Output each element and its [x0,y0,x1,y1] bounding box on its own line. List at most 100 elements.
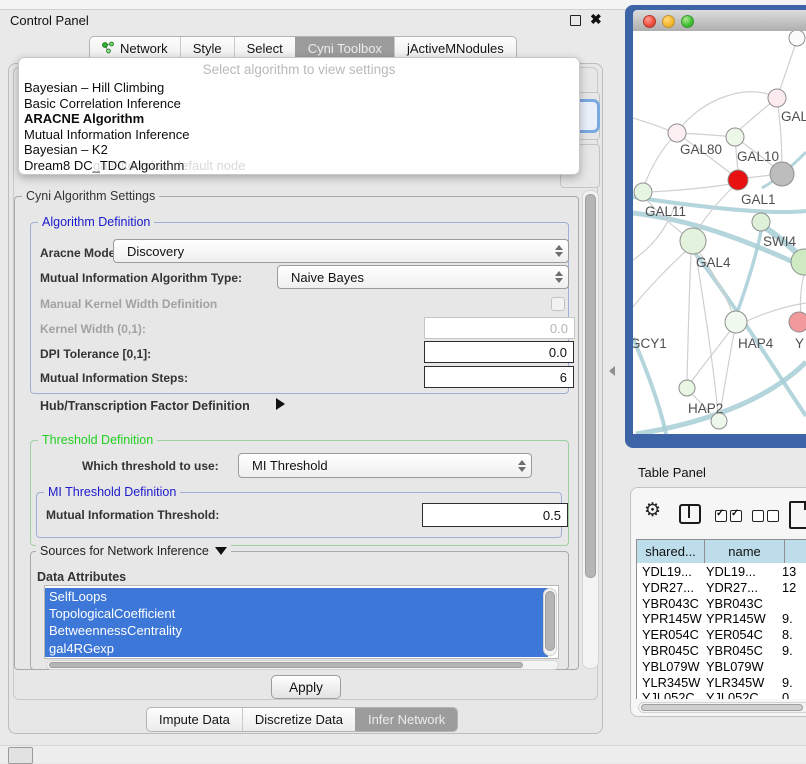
node-label: GAL [781,109,806,124]
network-edge[interactable] [633,118,670,131]
algorithm-option[interactable]: Basic Correlation Inference [23,96,575,112]
cyni-settings-title: Cyni Algorithm Settings [22,189,159,203]
table-row[interactable]: YBR045CYBR045C9. [637,643,806,659]
column-header-name[interactable]: name [705,540,785,563]
apply-button[interactable]: Apply [271,675,341,699]
tab-infer-network[interactable]: Infer Network [355,708,457,731]
network-node-hap2[interactable] [679,380,695,396]
column-header-shared[interactable]: shared... [637,540,705,563]
network-node-swi4[interactable] [752,213,770,231]
list-item[interactable]: BetweennessCentrality [45,622,548,639]
network-node[interactable] [711,413,727,429]
table-cell: YBR045C [706,643,763,658]
table-cell: YJL052C [706,690,759,699]
hub-section-label[interactable]: Hub/Transcription Factor Definition [40,399,250,413]
table-cell: YPR145W [642,611,702,626]
mi-steps-input[interactable]: 6 [424,366,574,388]
table-body[interactable]: YDL19...YDL19...13YDR27...YDR27...12YBR0… [636,563,806,699]
network-edge[interactable] [746,175,771,178]
algorithm-dropdown-popup: Select algorithm to view settings Bayesi… [18,57,580,175]
deselect-all-icon[interactable] [752,510,779,522]
manual-kernel-checkbox[interactable] [551,297,565,311]
table-horizontal-scrollbar[interactable] [638,702,806,713]
network-edge[interactable] [692,331,730,381]
network-node-gal11[interactable] [634,183,652,201]
algorithm-definition-title: Algorithm Definition [38,215,154,229]
dpi-tolerance-label: DPI Tolerance [0,1]: [40,347,151,361]
network-node[interactable] [770,162,794,186]
kernel-width-input[interactable]: 0.0 [424,317,575,339]
network-node-hap4[interactable] [725,311,747,333]
data-attributes-list: SelfLoopsTopologicalCoefficientBetweenne… [45,586,558,657]
which-threshold-combo[interactable]: MI Threshold [238,453,532,478]
table-cell: YBR043C [706,596,763,611]
dpi-tolerance-input[interactable]: 0.0 [424,341,574,363]
node-label: GCY1 [633,336,667,351]
table-row[interactable]: YLR345WYLR345W9. [637,675,806,691]
tab-label: Impute Data [159,712,230,727]
aracne-mode-value: Discovery [114,244,550,259]
list-horizontal-scrollbar[interactable] [46,660,559,670]
which-threshold-value: MI Threshold [239,458,513,473]
algorithm-option[interactable]: ARACNE Algorithm [23,111,575,127]
network-window-titlebar[interactable] [633,10,806,32]
network-edge[interactable] [677,92,777,133]
network-node-y[interactable] [789,312,806,332]
algorithm-option[interactable]: Bayesian – K2 [23,142,575,158]
network-node-gal1[interactable] [728,170,748,190]
zoom-button[interactable] [681,15,694,28]
split-columns-icon[interactable] [679,504,701,524]
panel-collapse-grip-icon[interactable] [609,366,615,376]
network-node-gal[interactable] [768,89,786,107]
mi-type-combo[interactable]: Naive Bayes [277,265,569,289]
kernel-width-label: Kernel Width (0,1): [40,322,146,336]
algorithm-option[interactable]: Bayesian – Hill Climbing [23,80,575,96]
gear-icon[interactable]: ⚙ [644,501,661,520]
close-icon[interactable]: ✖ [590,11,602,28]
network-edge[interactable] [687,254,691,380]
network-node-gal4[interactable] [680,228,706,254]
select-all-icon[interactable] [715,510,742,522]
tab-discretize-data[interactable]: Discretize Data [242,708,355,731]
list-item[interactable]: TopologicalCoefficient [45,605,548,622]
table-row[interactable]: YDR27...YDR27...12 [637,580,806,596]
collapse-arrow-icon[interactable] [215,547,227,555]
table-cell: YER054C [706,627,763,642]
close-button[interactable] [643,15,656,28]
column-header-3[interactable] [785,540,806,563]
table-cell: YBL079W [706,659,764,674]
network-edge[interactable] [633,251,686,317]
hub-expand-icon[interactable] [276,398,285,410]
tab-impute-data[interactable]: Impute Data [147,708,242,731]
data-attributes-label: Data Attributes [37,570,126,584]
node-label: GAL80 [680,142,722,157]
table-row[interactable]: YPR145WYPR145W9. [637,611,806,627]
settings-vertical-scrollbar[interactable] [582,190,599,669]
network-edge[interactable] [800,275,804,314]
table-row[interactable]: YBR043CYBR043C [637,596,806,612]
table-cell: YDR27... [642,580,694,595]
tab-label: Infer Network [368,712,445,727]
list-item[interactable]: gal4RGexp [45,640,548,657]
list-vertical-scrollbar[interactable] [543,588,557,656]
table-row[interactable]: YJL052CYJL052C0. [637,690,806,699]
network-node-gal10[interactable] [726,128,744,146]
algorithm-option[interactable]: Mutual Information Inference [23,127,575,143]
network-edge[interactable] [650,184,731,192]
aracne-mode-combo[interactable]: Discovery [113,239,569,263]
table-row[interactable]: YBL079WYBL079W [637,659,806,675]
mi-threshold-input[interactable]: 0.5 [422,503,568,527]
network-node[interactable] [789,31,805,46]
table-row[interactable]: YDL19...YDL19...13 [637,564,806,580]
data-attributes-listbox[interactable]: SelfLoopsTopologicalCoefficientBetweenne… [44,585,559,659]
network-edge[interactable] [633,338,666,434]
network-node-gal80[interactable] [668,124,686,142]
list-item[interactable]: SelfLoops [45,588,548,605]
table-row[interactable]: YER054CYER054C8. [637,627,806,643]
float-icon[interactable] [570,15,581,26]
network-canvas[interactable]: GALGAL80GAL10GAL1GAL11GAL4SWI4GCY1HAP4YH… [633,31,806,434]
document-icon[interactable] [789,501,806,529]
minimize-button[interactable] [662,15,675,28]
bottom-left-panel-icon[interactable] [8,747,33,764]
sources-title-row[interactable]: Sources for Network Inference [36,544,231,558]
